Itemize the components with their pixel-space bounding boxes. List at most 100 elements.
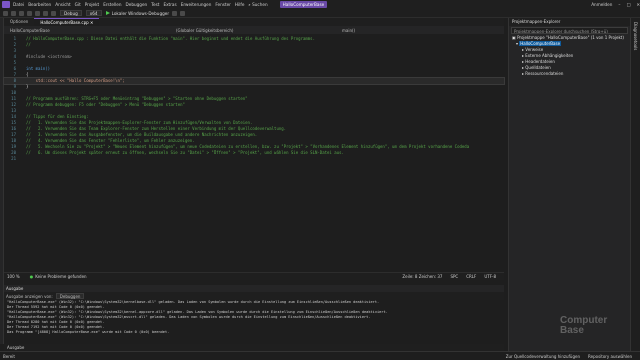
output-toolbar: Ausgabe anzeigen von: Debuggen — [4, 292, 504, 300]
code-text: // Tipps für den Einstieg: — [26, 114, 89, 119]
watermark-line2: Base — [560, 325, 584, 336]
output-panel-title: Ausgabe — [4, 285, 504, 292]
tree-item-ressourcen[interactable]: ▸ Ressourcendateien — [509, 71, 630, 77]
navigation-bar: HalloComputerBase (Globaler Gültigkeitsb… — [4, 26, 504, 34]
code-text: int main() — [26, 66, 51, 71]
new-file-icon[interactable] — [19, 10, 24, 16]
menu-item-ansicht[interactable]: Ansicht — [55, 2, 70, 7]
tree-item-label: Ressourcendateien — [525, 71, 564, 76]
project-dropdown[interactable]: HalloComputerBase — [4, 28, 170, 33]
code-text: // Programm debuggen: F5 oder "Debuggen"… — [26, 102, 185, 107]
menu-item-datei[interactable]: Datei — [13, 2, 24, 7]
tree-item-label: Externe Abhängigkeiten — [525, 53, 574, 58]
add-to-source-control[interactable]: Zur Quellcodeverwaltung hinzufügen — [506, 354, 580, 359]
maximize-icon[interactable]: □ — [627, 2, 631, 7]
run-without-debug-icon[interactable] — [172, 10, 178, 16]
code-line[interactable]: 21 — [4, 156, 504, 162]
zoom-level[interactable]: 100 % — [7, 274, 20, 279]
options-tab[interactable]: Optionen — [4, 18, 34, 26]
minimize-icon[interactable]: – — [618, 2, 620, 7]
menu-item-hilfe[interactable]: Hilfe — [235, 2, 245, 7]
status-bar: Bereit Zur Quellcodeverwaltung hinzufüge… — [0, 351, 640, 360]
function-dropdown[interactable]: main() — [336, 28, 502, 33]
start-debugger-label: Lokaler Windows-Debugger — [111, 10, 170, 16]
menu-item-test[interactable]: Test — [151, 2, 159, 7]
solution-explorer-title: Projektmappen-Explorer — [509, 18, 630, 26]
visual-studio-logo-icon — [2, 1, 10, 8]
toolbar-options-icon[interactable] — [180, 10, 186, 16]
code-text: // 3. Verwenden Sie das Ausgabefenster, … — [26, 132, 258, 137]
start-debugger-button[interactable]: Lokaler Windows-Debugger — [105, 10, 170, 16]
toolbar: Debug x64 Lokaler Windows-Debugger — [0, 9, 640, 18]
code-text: // — [26, 42, 31, 47]
side-rail: Diagnosetools — [630, 18, 640, 351]
computerbase-watermark: Computer Base — [560, 316, 607, 336]
tab-label: HalloComputerBase.cpp — [40, 20, 89, 25]
code-text: { — [26, 72, 29, 77]
menu-item-git[interactable]: Git — [75, 2, 81, 7]
output-source-dropdown[interactable]: Debuggen — [55, 293, 85, 299]
redo-icon[interactable] — [51, 10, 56, 16]
menu-item-bearbeiten[interactable]: Bearbeiten — [28, 2, 51, 7]
output-bottom-tabs: Ausgabe — [4, 344, 504, 351]
check-icon: ● — [29, 274, 34, 279]
output-line: Das Programm "[4808] HalloComputerBase.e… — [7, 330, 170, 334]
scope-dropdown[interactable]: (Globaler Gültigkeitsbereich) — [170, 28, 336, 33]
code-text: // 6. Um dieses Projekt später erneut zu… — [26, 150, 344, 155]
output-source-label: Ausgabe anzeigen von: — [6, 293, 53, 299]
diagnostic-tools-tab[interactable]: Diagnosetools — [633, 22, 638, 50]
code-text: // Programm ausführen: STRG+F5 oder Menü… — [26, 96, 248, 101]
save-icon[interactable] — [27, 10, 32, 16]
tree-item-label: Quelldateien — [525, 65, 551, 70]
play-icon — [105, 11, 110, 15]
forward-icon[interactable] — [11, 10, 16, 16]
ready-status: Bereit — [3, 353, 15, 359]
tree-item-label: Headerdateien — [525, 59, 555, 64]
tab-ausgabe[interactable]: Ausgabe — [7, 345, 24, 350]
search-label: Suchen — [252, 2, 268, 7]
code-text: // 1. Verwenden Sie das Projektmappen-Ex… — [26, 120, 253, 125]
output-log[interactable]: "HalloComputerBase.exe" (Win32): "C:\Win… — [4, 300, 504, 344]
tree-item-project-label: HalloComputerBase — [519, 41, 562, 46]
back-icon[interactable] — [3, 10, 8, 16]
close-icon[interactable]: ✕ — [636, 2, 640, 7]
line-ending[interactable]: CRLF — [466, 274, 476, 279]
code-text: // 2. Verwenden Sie das Team Explorer-Fe… — [26, 126, 287, 131]
code-text: // 4. Verwenden Sie das Fenster "Fehlerl… — [26, 138, 195, 143]
encoding[interactable]: UTF-8 — [484, 274, 496, 279]
menu-item-projekt[interactable]: Projekt — [85, 2, 99, 7]
code-text: std::cout << "Hallo ComputerBase!\n"; — [26, 78, 125, 83]
tab-close-icon[interactable]: ✕ — [90, 20, 93, 25]
cursor-position[interactable]: Zeile: 8 Zeichen: 37 — [402, 274, 442, 279]
document-tabs: Optionen HalloComputerBase.cpp ✕ — [4, 18, 504, 26]
problems-status[interactable]: Keine Probleme gefunden — [35, 274, 86, 279]
menu-item-fenster[interactable]: Fenster — [215, 2, 231, 7]
indent-mode[interactable]: SPC — [450, 274, 458, 279]
line-number: 21 — [11, 156, 16, 161]
tree-item-label: Verweise — [525, 47, 544, 52]
menu-item-erweiterungen[interactable]: Erweiterungen — [181, 2, 212, 7]
tab-hallocomputerbase-cpp[interactable]: HalloComputerBase.cpp ✕ — [34, 18, 100, 26]
solution-explorer-panel: Projektmappen-Explorer Projektmappen-Exp… — [508, 18, 630, 351]
select-repository[interactable]: Repository auswählen — [588, 354, 632, 359]
search-menu[interactable]: ⌕ Suchen — [248, 2, 267, 7]
window-controls: Anmelden – □ ✕ — [585, 2, 640, 7]
configuration-dropdown[interactable]: Debug — [60, 10, 82, 16]
menu-bar: Datei Bearbeiten Ansicht Git Projekt Ers… — [0, 0, 640, 9]
solution-explorer-search[interactable]: Projektmappen-Explorer durchsuchen (Strg… — [511, 27, 628, 34]
code-text: // 5. Wechseln Sie zu "Projekt" > "Neues… — [26, 144, 470, 149]
solution-name-badge: HalloComputerBase — [279, 1, 328, 8]
menu-item-extras[interactable]: Extras — [163, 2, 176, 7]
save-all-icon[interactable] — [35, 10, 40, 16]
editor-status-bar: 100 % ● Keine Probleme gefunden Zeile: 8… — [4, 272, 504, 280]
code-text: // HalloComputerBase.cpp : Diese Datei e… — [26, 36, 315, 41]
code-editor[interactable]: 1// HalloComputerBase.cpp : Diese Datei … — [3, 34, 505, 272]
code-text: #include <iostream> — [26, 54, 72, 59]
menu-item-erstellen[interactable]: Erstellen — [103, 2, 121, 7]
tree-item-solution-label: Projektmappe "HalloComputerBase" (1 von … — [517, 35, 624, 40]
code-text: } — [26, 84, 29, 89]
menu-item-debuggen[interactable]: Debuggen — [126, 2, 148, 7]
account-sign-in[interactable]: Anmelden — [591, 2, 612, 7]
undo-icon[interactable] — [43, 10, 48, 16]
platform-dropdown[interactable]: x64 — [85, 10, 102, 16]
